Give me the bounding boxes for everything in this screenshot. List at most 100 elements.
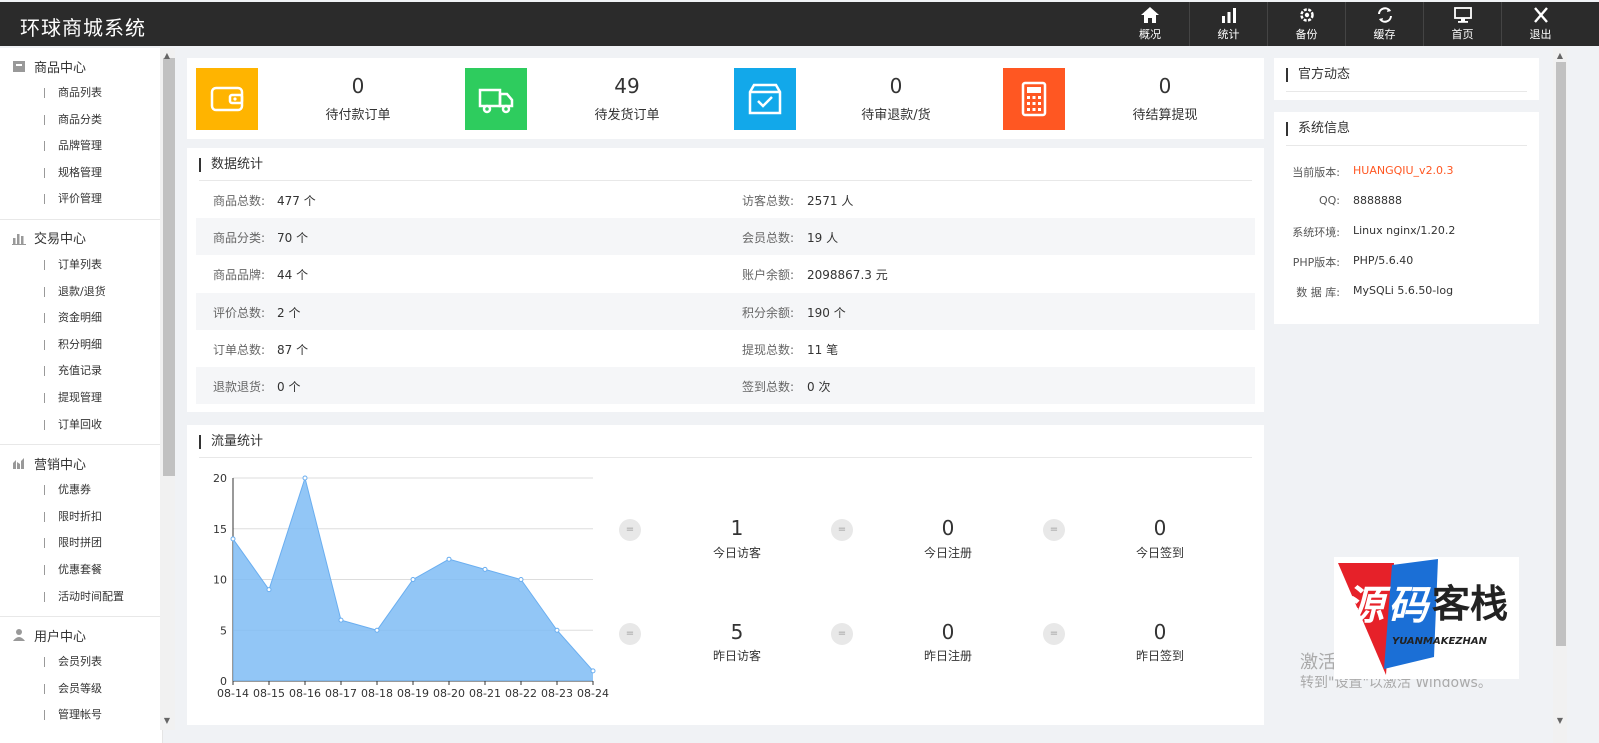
- sidebar-item-coupon[interactable]: 优惠券: [0, 477, 162, 504]
- yesterday-register-value: 0: [941, 620, 955, 644]
- calculator-icon: [1003, 68, 1065, 130]
- sidebar-item-points[interactable]: 积分明细: [0, 332, 162, 359]
- stat-label: 商品分类:: [213, 231, 266, 246]
- sidebar-item-goods-category[interactable]: 商品分类: [0, 107, 162, 134]
- scroll-up-icon[interactable]: ▲: [162, 52, 172, 60]
- sidebar-item-member-level[interactable]: 会员等级: [0, 676, 162, 703]
- summary-card-pending-shipment[interactable]: 49 待发货订单: [465, 68, 725, 130]
- close-icon: [1533, 7, 1548, 23]
- today-signin-value: 0: [1153, 516, 1167, 540]
- sidebar-item-order-recycle[interactable]: 订单回收: [0, 412, 162, 439]
- sidebar-item-goods-list[interactable]: 商品列表: [0, 80, 162, 107]
- yesterday-register-label: 昨日注册: [923, 649, 972, 663]
- summary-card-pending-refund[interactable]: 0 待审退款/货: [734, 68, 994, 130]
- nav-statistics[interactable]: 统计: [1189, 2, 1267, 46]
- x-tick-label: 08-17: [325, 687, 357, 700]
- sidebar-item-discount[interactable]: 限时折扣: [0, 504, 162, 531]
- sidebar-group-title[interactable]: 营销中心: [0, 449, 162, 477]
- nav-overview[interactable]: 概况: [1111, 2, 1189, 46]
- sidebar-item-review[interactable]: 评价管理: [0, 186, 162, 213]
- watermark-logo-icon: 源 码 客栈 YUANMAKEZHAN: [1338, 559, 1508, 675]
- stat-value: 0 次: [807, 380, 831, 394]
- home-icon: [1141, 7, 1159, 23]
- stat-value: 19 人: [807, 231, 839, 246]
- data-point: [410, 577, 416, 582]
- sidebar: 商品中心 商品列表 商品分类 品牌管理 规格管理 评价管理 交易中心 订单列表 …: [0, 48, 163, 743]
- section-title: 系统信息: [1286, 122, 1350, 136]
- section-title: 官方动态: [1286, 68, 1350, 82]
- sidebar-item-admin-accounts[interactable]: 管理帐号: [0, 702, 162, 729]
- app-title: 环球商城系统: [20, 16, 146, 40]
- x-tick-label: 08-14: [217, 687, 249, 700]
- main-scrollbar-thumb[interactable]: [1556, 62, 1566, 646]
- scroll-down-icon[interactable]: ▼: [162, 717, 172, 725]
- equals-icon: =: [1043, 519, 1065, 541]
- nav-logout[interactable]: 退出: [1501, 2, 1579, 46]
- gear-icon: [1299, 8, 1314, 22]
- sidebar-item-package[interactable]: 优惠套餐: [0, 557, 162, 584]
- stat-label: 签到总数:: [742, 380, 795, 394]
- sidebar-item-activity-time[interactable]: 活动时间配置: [0, 584, 162, 611]
- sidebar-group-goods: 商品中心 商品列表 商品分类 品牌管理 规格管理 评价管理: [0, 48, 162, 220]
- data-point: [374, 627, 380, 633]
- sidebar-item-refund[interactable]: 退款/退货: [0, 279, 162, 306]
- stat-value: 2571 人: [807, 194, 854, 208]
- sidebar-group-label: 用户中心: [34, 629, 87, 645]
- nav-label: 概况: [1139, 28, 1161, 41]
- x-tick-label: 08-19: [397, 687, 429, 700]
- sidebar-group-title[interactable]: 商品中心: [0, 52, 162, 80]
- sidebar-item-funds[interactable]: 资金明细: [0, 305, 162, 332]
- stat-label: 会员总数:: [742, 231, 795, 246]
- section-title: 数据统计: [199, 158, 263, 172]
- stat-value: 87 个: [277, 342, 309, 357]
- scroll-up-icon[interactable]: ▲: [1555, 52, 1565, 60]
- x-tick-label: 08-22: [505, 687, 537, 700]
- x-tick-label: 08-16: [289, 687, 321, 700]
- nav-homepage[interactable]: 首页: [1423, 2, 1501, 46]
- yesterday-signin-label: 昨日签到: [1135, 649, 1184, 663]
- info-label: 当前版本:: [1292, 166, 1340, 179]
- box-check-icon: [734, 68, 796, 130]
- equals-icon: =: [619, 519, 641, 541]
- info-value: MySQLi 5.6.50-log: [1353, 284, 1454, 297]
- info-label: 系统环境:: [1292, 226, 1340, 239]
- sidebar-item-spec[interactable]: 规格管理: [0, 160, 162, 187]
- y-tick-label: 5: [220, 624, 227, 637]
- sidebar-group-title[interactable]: 交易中心: [0, 224, 162, 252]
- sidebar-item-orders[interactable]: 订单列表: [0, 252, 162, 279]
- sidebar-item-members[interactable]: 会员列表: [0, 649, 162, 676]
- x-tick-label: 08-15: [253, 687, 285, 700]
- y-tick-label: 20: [213, 472, 227, 485]
- stat-label: 商品总数:: [213, 194, 266, 208]
- traffic-chart: 0510152008-14 08-15 08-16 08-17 08-18 08-19 08…: [213, 472, 609, 700]
- sidebar-item-recharge[interactable]: 充值记录: [0, 358, 162, 385]
- equals-icon: =: [1043, 623, 1065, 645]
- data-point: [302, 475, 308, 481]
- data-point: [482, 566, 488, 572]
- summary-card-pending-withdraw[interactable]: 0 待结算提现: [1003, 68, 1263, 130]
- stat-label: 提现总数:: [742, 342, 795, 357]
- scroll-down-icon[interactable]: ▼: [1555, 717, 1565, 725]
- info-value: PHP/5.6.40: [1353, 254, 1414, 267]
- summary-value: 0: [351, 74, 365, 98]
- divider: [1286, 145, 1527, 146]
- monitor-icon: [1453, 7, 1472, 23]
- nav-cache[interactable]: 缓存: [1345, 2, 1423, 46]
- yesterday-signin-value: 0: [1153, 620, 1167, 644]
- windows-activate-title: 激活: [1300, 652, 1336, 673]
- sidebar-group-title[interactable]: 用户中心: [0, 621, 162, 649]
- summary-label: 待审退款/货: [861, 108, 931, 123]
- nav-label: 备份: [1295, 28, 1318, 41]
- stats-row: 商品品牌: 44 个 账户余额: 2098867.3 元: [196, 255, 1255, 292]
- data-point: [230, 536, 236, 542]
- sidebar-item-withdraw[interactable]: 提现管理: [0, 385, 162, 412]
- summary-card-pending-payment[interactable]: 0 待付款订单: [196, 68, 456, 130]
- today-register-value: 0: [941, 516, 955, 540]
- sidebar-scrollbar-thumb[interactable]: [163, 58, 175, 476]
- sidebar-item-group-buy[interactable]: 限时拼团: [0, 530, 162, 557]
- summary-value: 49: [614, 74, 640, 98]
- nav-backup[interactable]: 备份: [1267, 2, 1345, 46]
- sidebar-item-brand[interactable]: 品牌管理: [0, 133, 162, 160]
- sidebar-group-label: 商品中心: [34, 60, 87, 76]
- summary-label: 待发货订单: [594, 108, 660, 123]
